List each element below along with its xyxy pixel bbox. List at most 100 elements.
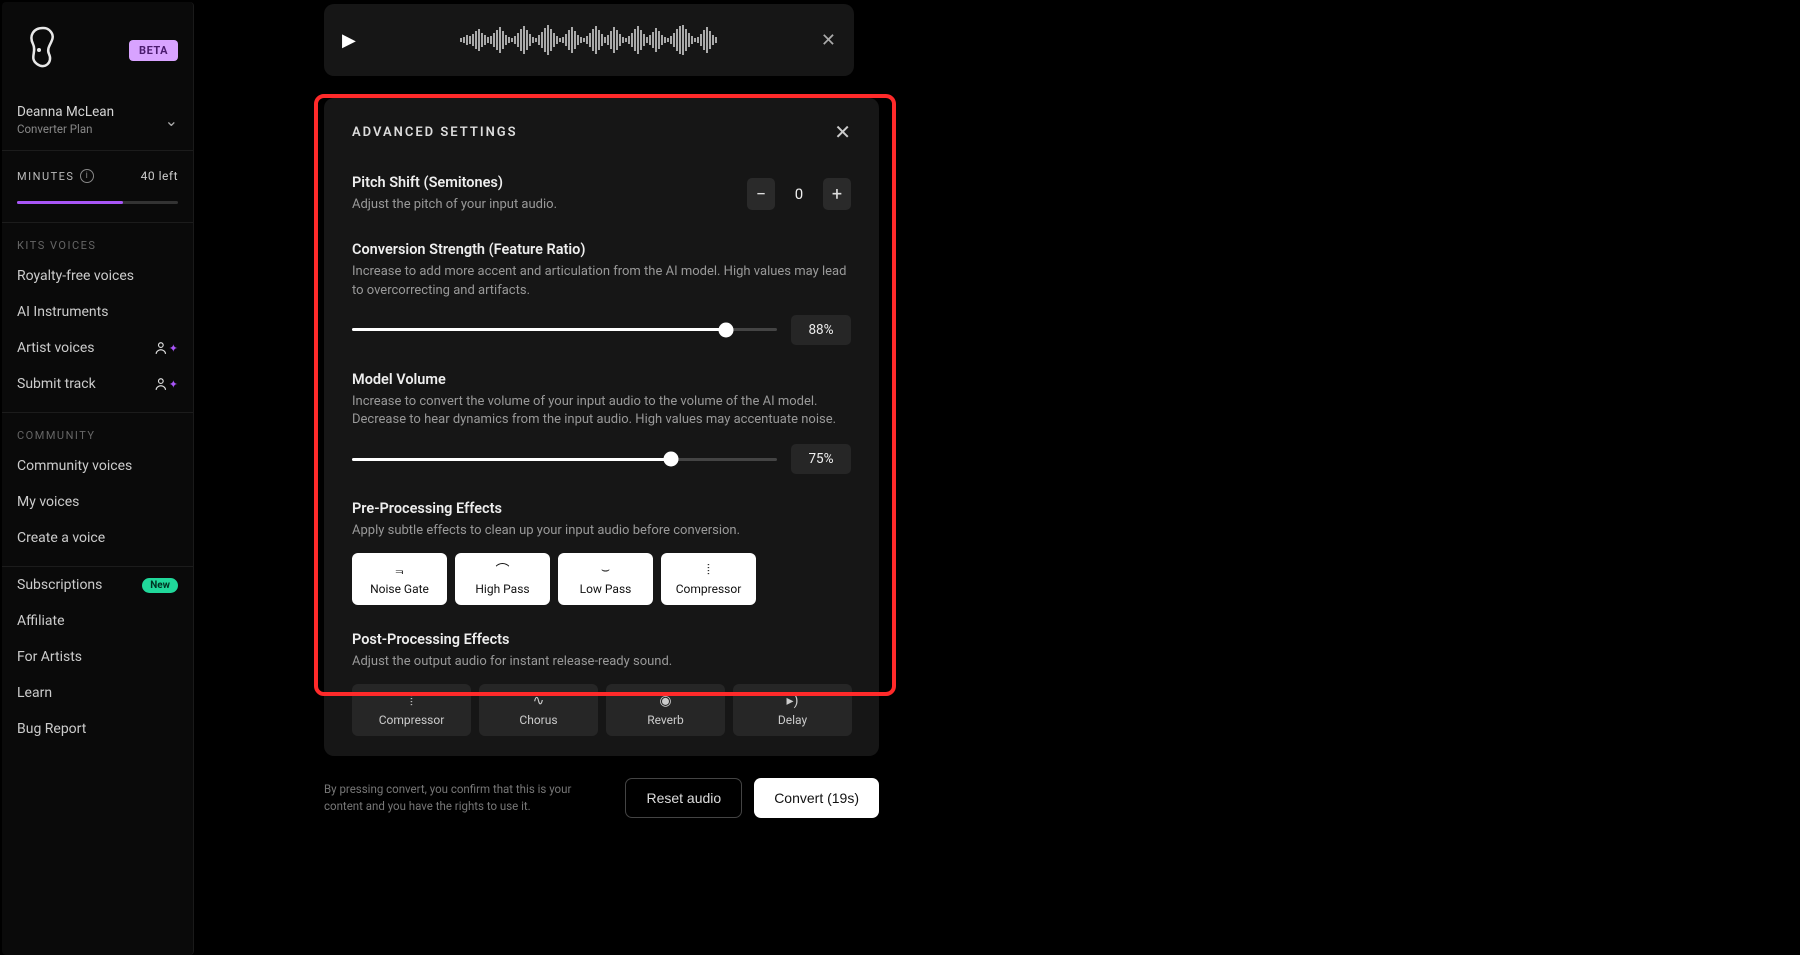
volume-title: Model Volume bbox=[352, 371, 851, 388]
effect-icon: ⫬ bbox=[395, 562, 403, 578]
wave-bar bbox=[619, 34, 621, 46]
sidebar-item-label: Artist voices bbox=[17, 340, 95, 356]
sidebar-item-affiliate[interactable]: Affiliate bbox=[2, 603, 193, 639]
sidebar-item-submit-track[interactable]: Submit track✦ bbox=[2, 366, 193, 402]
effect-compressor[interactable]: ⦙Compressor bbox=[352, 684, 471, 736]
wave-bar bbox=[652, 32, 654, 48]
effect-noise-gate[interactable]: ⫬ Noise Gate bbox=[352, 553, 447, 605]
wave-bar bbox=[478, 29, 480, 51]
wave-bar bbox=[685, 29, 687, 51]
wave-bar bbox=[688, 33, 690, 47]
main-content: ▶ ✕ ADVANCED SETTINGS ✕ Pitch Shift (Sem… bbox=[194, 0, 1800, 955]
sidebar-item-label: AI Instruments bbox=[17, 304, 108, 320]
beta-badge: BETA bbox=[129, 40, 178, 61]
wave-bar bbox=[634, 29, 636, 51]
reset-audio-button[interactable]: Reset audio bbox=[625, 778, 742, 818]
wave-bar bbox=[706, 27, 708, 53]
wave-bar bbox=[643, 34, 645, 46]
pitch-minus-button[interactable]: − bbox=[747, 178, 775, 210]
wave-bar bbox=[661, 35, 663, 45]
advanced-settings-panel: ADVANCED SETTINGS ✕ Pitch Shift (Semiton… bbox=[324, 98, 879, 756]
wave-bar bbox=[682, 25, 684, 55]
wave-bar bbox=[595, 26, 597, 54]
effect-label: Noise Gate bbox=[370, 582, 429, 596]
wave-bar bbox=[499, 27, 501, 53]
sidebar-item-artist-voices[interactable]: Artist voices✦ bbox=[2, 330, 193, 366]
wave-bar bbox=[574, 31, 576, 49]
sidebar-item-community-voices[interactable]: Community voices bbox=[2, 448, 193, 484]
sidebar-item-subscriptions[interactable]: SubscriptionsNew bbox=[2, 567, 193, 603]
effect-compressor[interactable]: ⦙Compressor bbox=[661, 553, 756, 605]
wave-bar bbox=[640, 30, 642, 50]
wave-bar bbox=[469, 36, 471, 44]
wave-bar bbox=[673, 33, 675, 47]
effect-low-pass[interactable]: ⌣Low Pass bbox=[558, 553, 653, 605]
wave-bar bbox=[505, 35, 507, 45]
pitch-stepper: − 0 + bbox=[747, 178, 851, 210]
audio-waveform[interactable] bbox=[374, 21, 803, 59]
wave-bar bbox=[583, 38, 585, 42]
wave-bar bbox=[481, 33, 483, 47]
effect-label: Delay bbox=[778, 713, 807, 727]
effect-label: High Pass bbox=[475, 582, 529, 596]
effect-label: Compressor bbox=[379, 713, 445, 727]
wave-bar bbox=[568, 30, 570, 50]
wave-bar bbox=[613, 27, 615, 53]
wave-bar bbox=[697, 37, 699, 43]
wave-bar bbox=[715, 37, 717, 43]
wave-bar bbox=[475, 31, 477, 49]
wave-bar bbox=[493, 33, 495, 47]
sidebar-item-label: Affiliate bbox=[17, 613, 65, 629]
strength-value: 88% bbox=[791, 315, 851, 345]
wave-bar bbox=[460, 38, 462, 42]
wave-bar bbox=[523, 26, 525, 54]
wave-bar bbox=[562, 37, 564, 43]
info-icon[interactable]: i bbox=[80, 169, 94, 183]
minutes-label: MINUTES i bbox=[17, 169, 94, 183]
user-menu[interactable]: Deanna McLean Converter Plan ⌄ bbox=[2, 94, 193, 150]
sidebar-item-for-artists[interactable]: For Artists bbox=[2, 639, 193, 675]
wave-bar bbox=[676, 29, 678, 51]
wave-bar bbox=[631, 33, 633, 47]
panel-title: ADVANCED SETTINGS bbox=[352, 125, 518, 140]
sidebar-item-ai-instruments[interactable]: AI Instruments bbox=[2, 294, 193, 330]
sidebar-item-label: Create a voice bbox=[17, 530, 105, 546]
effect-high-pass[interactable]: ⌒ High Pass bbox=[455, 553, 550, 605]
wave-bar bbox=[517, 33, 519, 47]
pitch-plus-button[interactable]: + bbox=[823, 178, 851, 210]
sidebar-item-learn[interactable]: Learn bbox=[2, 675, 193, 711]
logo-icon bbox=[17, 24, 69, 76]
pre-title: Pre-Processing Effects bbox=[352, 500, 851, 517]
wave-bar bbox=[511, 38, 513, 42]
wave-bar bbox=[553, 33, 555, 47]
disclaimer-text: By pressing convert, you confirm that th… bbox=[324, 781, 584, 814]
minutes-progress bbox=[17, 201, 178, 204]
wave-bar bbox=[466, 35, 468, 45]
wave-bar bbox=[655, 28, 657, 52]
sidebar-item-create-a-voice[interactable]: Create a voice bbox=[2, 520, 193, 556]
play-button[interactable]: ▶ bbox=[342, 30, 356, 51]
wave-bar bbox=[502, 31, 504, 49]
wave-bar bbox=[679, 26, 681, 54]
sidebar-item-label: Submit track bbox=[17, 376, 96, 392]
wave-bar bbox=[646, 37, 648, 43]
sidebar: BETA Deanna McLean Converter Plan ⌄ MINU… bbox=[2, 2, 194, 955]
effect-delay[interactable]: ▸)Delay bbox=[733, 684, 852, 736]
pitch-value: 0 bbox=[781, 185, 817, 203]
sidebar-item-label: For Artists bbox=[17, 649, 82, 665]
sidebar-item-my-voices[interactable]: My voices bbox=[2, 484, 193, 520]
player-close-icon[interactable]: ✕ bbox=[821, 30, 836, 51]
wave-bar bbox=[703, 30, 705, 50]
sidebar-item-bug-report[interactable]: Bug Report bbox=[2, 711, 193, 747]
user-plan: Converter Plan bbox=[17, 122, 114, 136]
effect-label: Compressor bbox=[676, 582, 742, 596]
effect-chorus[interactable]: ∿Chorus bbox=[479, 684, 598, 736]
volume-slider[interactable] bbox=[352, 458, 777, 461]
strength-slider[interactable] bbox=[352, 328, 777, 331]
wave-bar bbox=[664, 37, 666, 43]
effect-reverb[interactable]: ◉Reverb bbox=[606, 684, 725, 736]
effect-icon: ⌒ bbox=[496, 562, 510, 578]
convert-button[interactable]: Convert (19s) bbox=[754, 778, 879, 818]
panel-close-icon[interactable]: ✕ bbox=[834, 120, 851, 144]
sidebar-item-royalty-free-voices[interactable]: Royalty-free voices bbox=[2, 258, 193, 294]
